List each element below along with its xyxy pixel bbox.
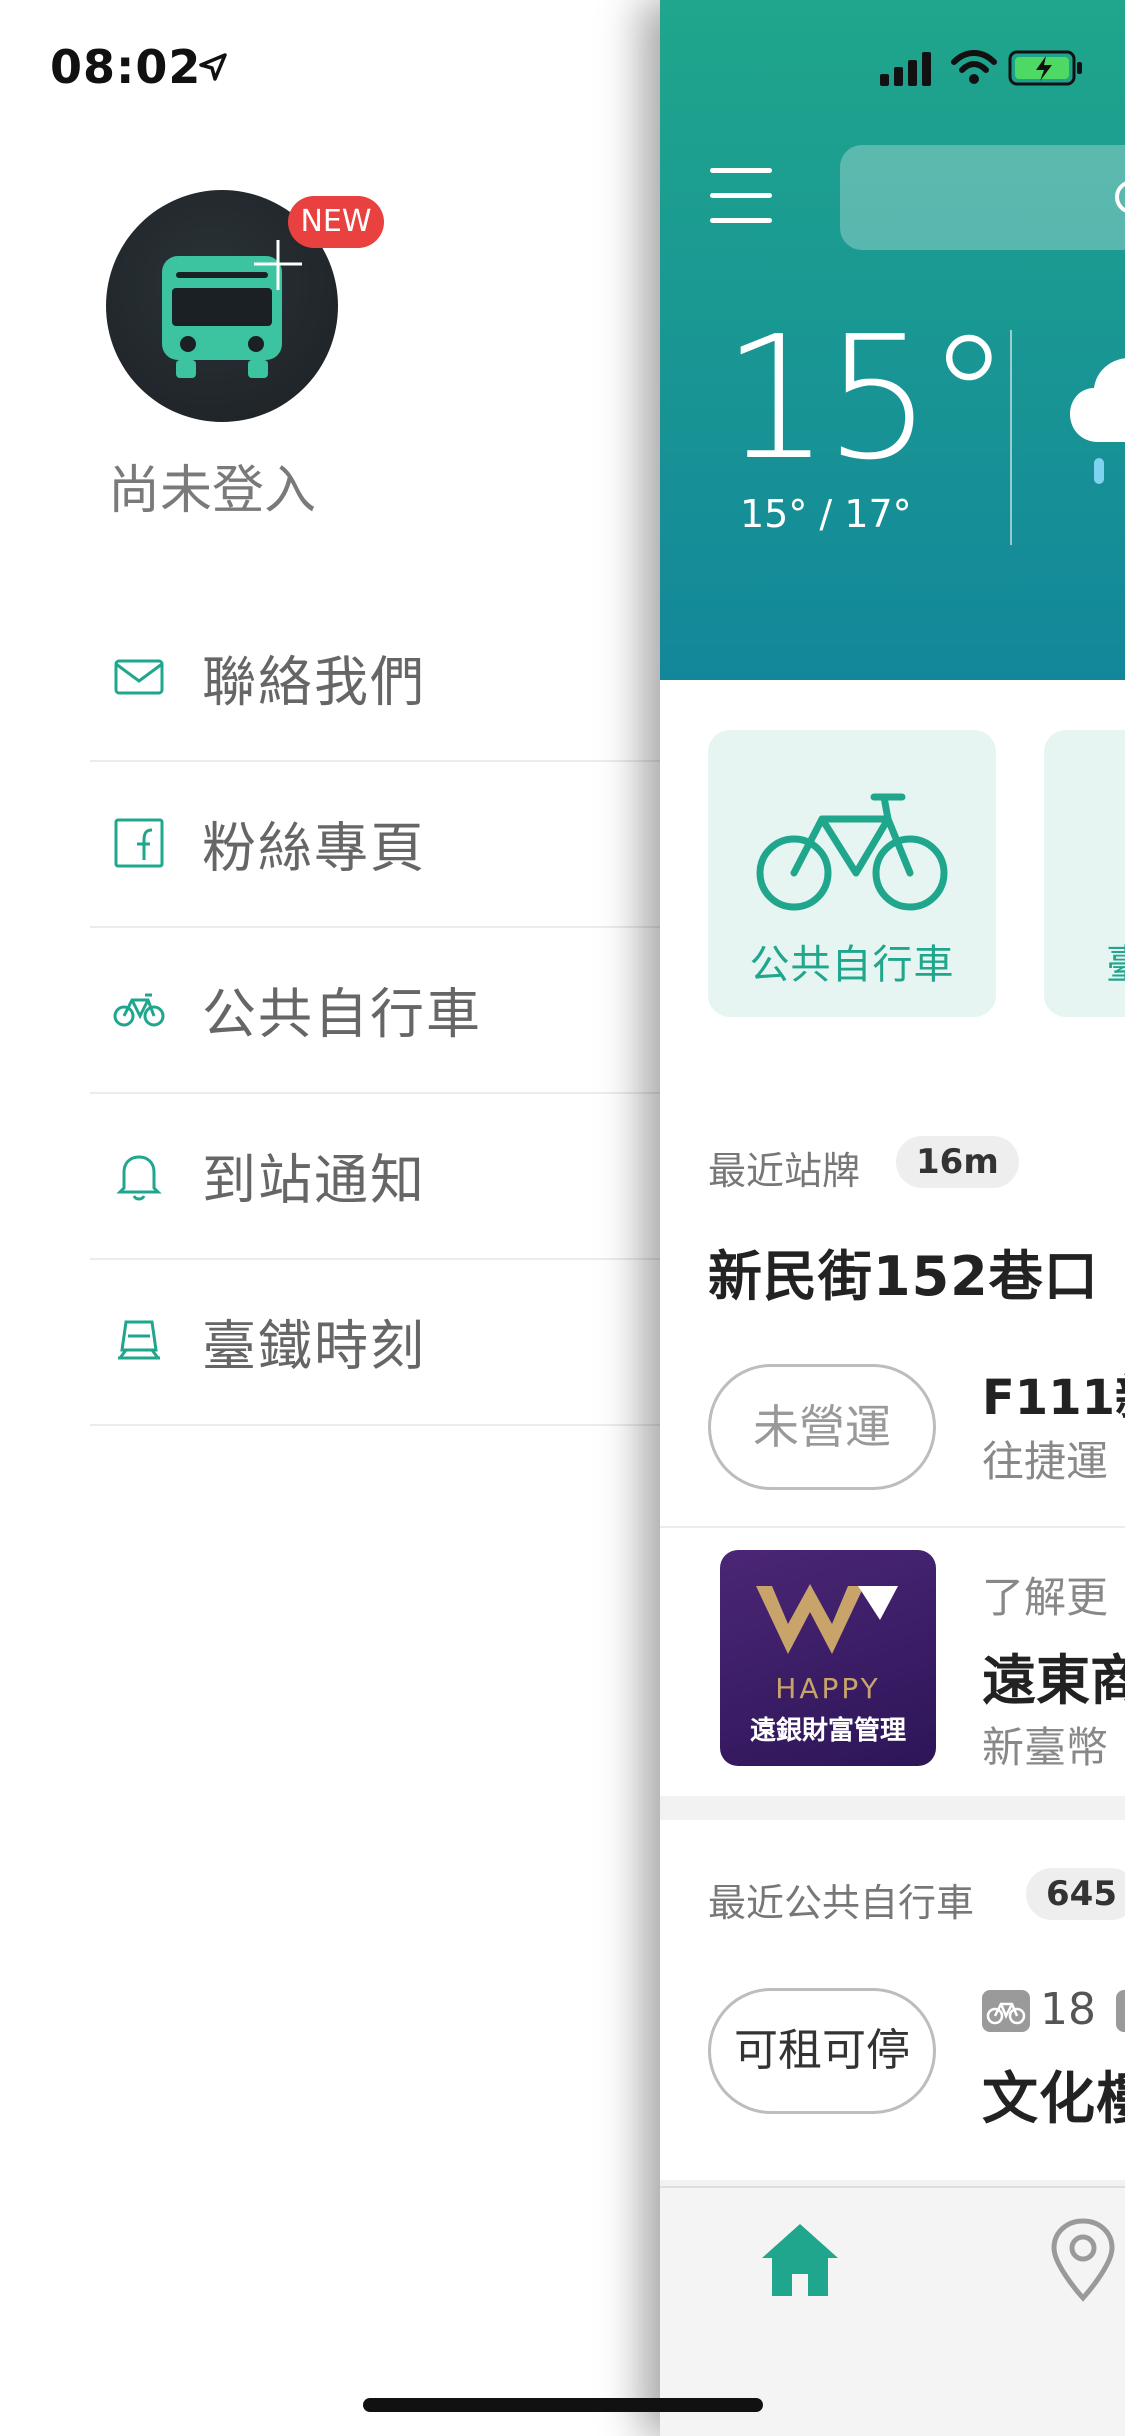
weather-divider (1010, 330, 1012, 545)
menu-label-arrival-alert: 到站通知 (202, 1148, 426, 1212)
route-row[interactable]: 未營運 F111新 往捷運 (660, 1346, 1125, 1526)
feature-label-rail: 臺 (1106, 932, 1125, 990)
temperature-range: 15° / 17° (740, 492, 912, 536)
menu-label-public-bike: 公共自行車 (202, 982, 482, 1046)
train-icon (118, 1320, 160, 1360)
route-direction: 往捷運 (982, 1437, 1109, 1486)
dock-count-icon (1116, 1990, 1125, 2032)
bike-count-icon (982, 1990, 1030, 2032)
bicycle-icon (756, 793, 948, 911)
bike-status-badge: 可租可停 (708, 1988, 936, 2114)
ad-logo-text: HAPPY (775, 1672, 881, 1705)
menu-item-public-bike[interactable]: 公共自行車 (90, 926, 660, 1094)
menu-button[interactable] (710, 168, 772, 224)
menu-label-rail-timetable: 臺鐵時刻 (202, 1314, 426, 1378)
side-drawer: 08:02 NEW 尚未登入 聯絡我們 粉絲專頁 公共自行車 到站通知 臺鐵時刻 (0, 0, 660, 2436)
search-input[interactable] (840, 145, 1125, 250)
new-badge: NEW (288, 196, 384, 248)
menu-item-fanpage[interactable]: 粉絲專頁 (90, 760, 660, 928)
menu-item-contact[interactable]: 聯絡我們 (90, 594, 660, 762)
feature-public-bike[interactable]: 公共自行車 (708, 730, 996, 1017)
cloud-rain-icon (1070, 358, 1125, 484)
menu-label-contact: 聯絡我們 (202, 650, 426, 714)
ad-line-3: 新臺幣 (982, 1723, 1109, 1772)
mail-icon (114, 659, 164, 695)
search-icon (1115, 181, 1125, 213)
menu-item-arrival-alert[interactable]: 到站通知 (90, 1092, 660, 1260)
signal-icon (880, 52, 931, 86)
bike-distance-badge: 645 (1026, 1868, 1125, 1920)
nearest-bike-label: 最近公共自行車 (708, 1881, 975, 1925)
nearest-stop-label: 最近站牌 (708, 1149, 861, 1193)
ad-logo-subtitle: 遠銀財富管理 (749, 1716, 906, 1746)
current-temperature: 15° (722, 300, 1011, 498)
home-indicator (363, 2398, 763, 2412)
status-time: 08:02 (50, 40, 202, 94)
battery-charging-icon (1008, 50, 1082, 86)
stop-name[interactable]: 新民街152巷口 (708, 1232, 1099, 1311)
bell-icon (116, 1155, 162, 1201)
facebook-icon (114, 818, 164, 868)
route-code: F111新 (982, 1370, 1125, 1426)
location-arrow-icon (199, 53, 227, 81)
menu-item-rail-timetable[interactable]: 臺鐵時刻 (90, 1258, 660, 1426)
feature-rail[interactable]: 臺 (1044, 730, 1125, 1017)
home-icon[interactable] (760, 2222, 840, 2298)
route-status-badge: 未營運 (708, 1364, 936, 1490)
bike-count: 18 (1040, 1984, 1096, 2035)
happy-logo-icon (756, 1584, 898, 1654)
menu-label-fanpage: 粉絲專頁 (202, 816, 426, 880)
location-pin-icon[interactable] (1050, 2218, 1116, 2302)
main-panel[interactable]: 15° 15° / 17° 公共自行車 臺 最近站牌 16m 新民街152巷口 … (660, 0, 1125, 2436)
bicycle-icon (113, 993, 165, 1027)
wifi-icon (951, 50, 997, 84)
section-gap (660, 1796, 1125, 1820)
ad-logo[interactable]: HAPPY 遠銀財富管理 (720, 1550, 936, 1766)
ad-title: 遠東商 (982, 1649, 1125, 1712)
stop-distance-badge: 16m (896, 1136, 1019, 1188)
ad-line-1: 了解更 (982, 1573, 1109, 1622)
feature-label-public-bike: 公共自行車 (749, 942, 955, 988)
weather-header: 15° 15° / 17° (660, 0, 1125, 680)
bike-station-name: 文化樓 (982, 2067, 1125, 2132)
login-status[interactable]: 尚未登入 (108, 448, 316, 523)
